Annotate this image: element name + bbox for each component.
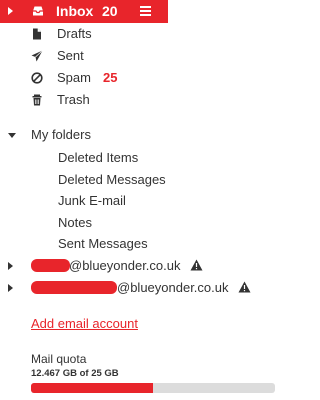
subfolder-deleted-items[interactable]: Deleted Items (58, 150, 138, 165)
ban-icon (31, 72, 43, 84)
redacted-username (31, 281, 117, 294)
expand-caret-icon[interactable] (8, 7, 13, 15)
warning-icon (238, 281, 251, 293)
account-row[interactable]: @blueyonder.co.uk (0, 257, 283, 277)
folder-drafts[interactable]: Drafts (0, 23, 283, 45)
add-email-account-link[interactable]: Add email account (31, 316, 138, 331)
inbox-tray-icon (33, 6, 43, 16)
inbox-row[interactable]: Inbox 20 (0, 0, 283, 23)
warning-icon (190, 259, 203, 271)
paper-plane-icon (31, 50, 43, 62)
account-domain: @blueyonder.co.uk (117, 280, 229, 295)
mail-quota-value: 12.467 GB of 25 GB (31, 368, 119, 379)
hamburger-menu-icon[interactable] (140, 6, 151, 17)
my-folders-label: My folders (31, 127, 91, 142)
spam-count: 25 (103, 70, 118, 85)
mail-quota-progress-fill (31, 383, 153, 393)
collapse-caret-icon[interactable] (8, 133, 16, 138)
subfolder-junk-email[interactable]: Junk E-mail (58, 193, 126, 208)
account-row[interactable]: @blueyonder.co.uk (0, 279, 283, 299)
mail-quota-progress-bar (31, 383, 275, 393)
expand-caret-icon[interactable] (8, 284, 13, 292)
folder-label: Trash (57, 92, 90, 107)
folder-sent[interactable]: Sent (0, 45, 283, 67)
folder-trash[interactable]: Trash (0, 89, 283, 111)
folder-label: Sent (57, 48, 84, 63)
file-icon (33, 28, 41, 40)
my-folders-header[interactable]: My folders (0, 125, 283, 145)
subfolder-notes[interactable]: Notes (58, 215, 92, 230)
redacted-username (31, 259, 70, 272)
mail-quota-title: Mail quota (31, 352, 87, 366)
inbox-unread-count: 20 (102, 3, 118, 19)
subfolder-sent-messages[interactable]: Sent Messages (58, 236, 148, 251)
expand-caret-icon[interactable] (8, 262, 13, 270)
trash-icon (32, 94, 42, 106)
subfolder-deleted-messages[interactable]: Deleted Messages (58, 172, 166, 187)
folder-label: Spam (57, 70, 91, 85)
folder-label: Drafts (57, 26, 92, 41)
account-domain: @blueyonder.co.uk (69, 258, 181, 273)
inbox-label[interactable]: Inbox (56, 3, 93, 19)
folder-spam[interactable]: Spam 25 (0, 67, 283, 89)
